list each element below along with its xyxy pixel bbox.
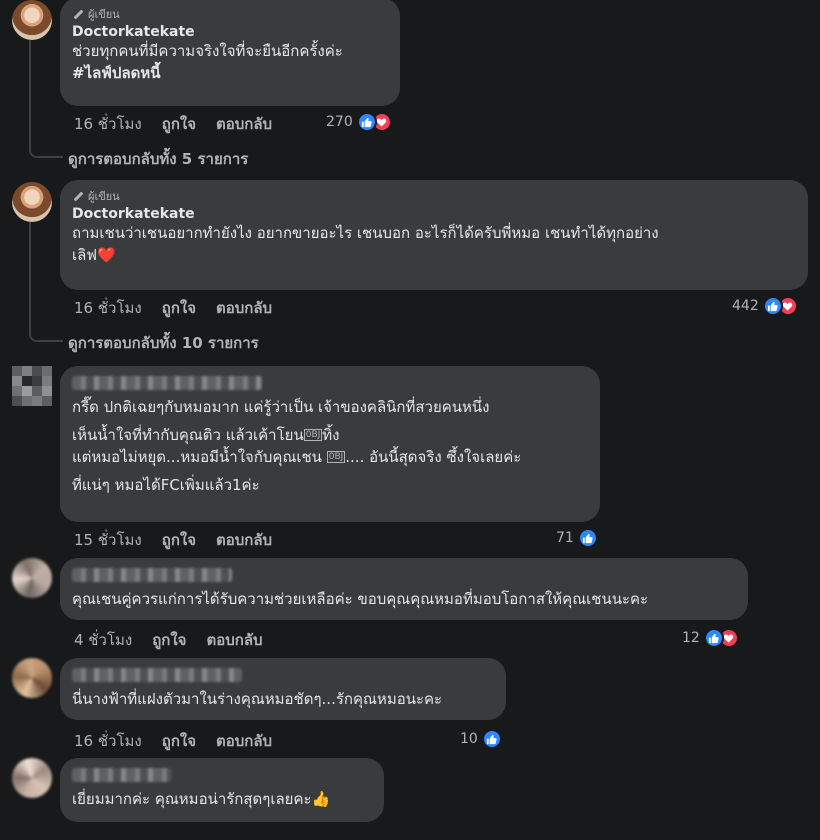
- user-avatar[interactable]: [12, 758, 52, 798]
- blurred-username[interactable]: [72, 668, 242, 682]
- reaction-count: 10: [460, 731, 478, 747]
- like-reaction-icon: [577, 528, 598, 548]
- reply-button[interactable]: ตอบกลับ: [216, 528, 272, 552]
- comment-text-line: เยี่ยมมากค่ะ คุณหมอน่ารักสุดๆเลยคะ👍: [72, 788, 372, 810]
- comment-text-line: เห็นน้ำใจที่ทำกับคุณติว แล้วเค้าโยน 0BJ ทิ…: [72, 424, 588, 446]
- thread-hook: [29, 138, 63, 158]
- comment-author[interactable]: Doctorkatekate: [72, 206, 796, 222]
- author-avatar[interactable]: [12, 0, 52, 40]
- comment-text: แต่หมอไม่หยุด...หมอมีน้ำใจกับคุณเชน: [72, 448, 322, 466]
- view-replies-link[interactable]: ดูการตอบกลับทั้ง 5 รายการ: [68, 147, 248, 171]
- like-button[interactable]: ถูกใจ: [152, 628, 186, 652]
- comment-author[interactable]: Doctorkatekate: [72, 24, 388, 40]
- author-badge-label: ผู้เขียน: [88, 8, 120, 21]
- like-reaction-icon: [703, 628, 724, 648]
- pencil-icon: [72, 8, 84, 20]
- author-badge: ผู้เขียน: [72, 6, 388, 22]
- like-button[interactable]: ถูกใจ: [162, 112, 196, 136]
- author-badge-label: ผู้เขียน: [88, 190, 120, 203]
- blurred-username[interactable]: [72, 376, 262, 390]
- comment-bubble: เยี่ยมมากค่ะ คุณหมอน่ารักสุดๆเลยคะ👍: [60, 758, 384, 822]
- reaction-count: 270: [326, 114, 353, 130]
- comment-text: ที่แน่ๆ หมอได้FCเพิ่มแล้ว1ค่ะ: [72, 476, 260, 494]
- blurred-username[interactable]: [72, 768, 172, 782]
- reaction-summary[interactable]: 12: [682, 628, 739, 648]
- view-replies-link[interactable]: ดูการตอบกลับทั้ง 10 รายการ: [68, 331, 259, 355]
- like-button[interactable]: ถูกใจ: [162, 296, 196, 320]
- comment-actions: 16 ชั่วโมง ถูกใจ ตอบกลับ: [74, 296, 292, 320]
- author-avatar[interactable]: [12, 182, 52, 222]
- like-reaction-icon: [356, 112, 377, 132]
- reaction-summary[interactable]: 270: [326, 112, 392, 132]
- user-avatar[interactable]: [12, 658, 52, 698]
- reply-button[interactable]: ตอบกลับ: [216, 729, 272, 753]
- comment-time[interactable]: 16 ชั่วโมง: [74, 729, 142, 753]
- comment-actions: 16 ชั่วโมง ถูกใจ ตอบกลับ: [74, 112, 292, 136]
- like-reaction-icon: [481, 729, 502, 749]
- thumbs-up-emoji: 👍: [311, 790, 331, 808]
- comment-bubble: ผู้เขียน Doctorkatekate ช่วยทุกคนที่มีคว…: [60, 0, 400, 106]
- reaction-summary[interactable]: 71: [556, 528, 598, 548]
- comment-hashtag[interactable]: #ไลฟ์ปลดหนี้: [72, 62, 388, 84]
- inline-glyph: 0BJ: [326, 451, 346, 463]
- comment-text: .... อันนี้สุดจริง ซึ้งใจเลยค่ะ: [345, 448, 522, 466]
- comment-text: นี่นางฟ้าที่แฝงตัวมาในร่างคุณหมอชัดๆ...ร…: [72, 690, 443, 708]
- comment-text-line: แต่หมอไม่หยุด...หมอมีน้ำใจกับคุณเชน 0BJ.…: [72, 446, 588, 468]
- heart-emoji: ❤️: [96, 246, 116, 264]
- comment-bubble: นี่นางฟ้าที่แฝงตัวมาในร่างคุณหมอชัดๆ...ร…: [60, 658, 506, 720]
- comment-time[interactable]: 4 ชั่วโมง: [74, 628, 132, 652]
- reaction-summary[interactable]: 10: [460, 729, 502, 749]
- reaction-summary[interactable]: 442: [732, 296, 798, 316]
- comment-text: เห็นน้ำใจที่ทำกับคุณติว แล้วเค้าโยน: [72, 426, 304, 444]
- reaction-count: 12: [682, 630, 700, 646]
- like-button[interactable]: ถูกใจ: [162, 528, 196, 552]
- user-avatar[interactable]: [12, 558, 52, 598]
- comment-text: ทิ้ง: [322, 426, 340, 444]
- comment-actions: 4 ชั่วโมง ถูกใจ ตอบกลับ: [74, 628, 283, 652]
- comment-text: เยี่ยมมากค่ะ คุณหมอน่ารักสุดๆเลยคะ: [72, 790, 312, 808]
- pencil-icon: [72, 190, 84, 202]
- comment-bubble: กรี๊ด ปกติเฉยๆกับหมอมาก แค่รู้ว่าเป็น เจ…: [60, 366, 600, 522]
- comment-actions: 16 ชั่วโมง ถูกใจ ตอบกลับ: [74, 729, 292, 753]
- reply-button[interactable]: ตอบกลับ: [216, 112, 272, 136]
- inline-glyph: 0BJ: [303, 429, 323, 441]
- comment-text: เลิฟ: [72, 246, 97, 264]
- comment-bubble: ผู้เขียน Doctorkatekate ถามเชนว่าเชนอยาก…: [60, 180, 808, 290]
- reaction-count: 71: [556, 530, 574, 546]
- author-badge: ผู้เขียน: [72, 188, 796, 204]
- thread-hook: [29, 320, 63, 342]
- comment-text: ช่วยทุกคนที่มีความจริงใจที่จะยืนอีกครั้ง…: [72, 42, 343, 60]
- comment-actions: 15 ชั่วโมง ถูกใจ ตอบกลับ: [74, 528, 292, 552]
- comment-text: กรี๊ด ปกติเฉยๆกับหมอมาก แค่รู้ว่าเป็น เจ…: [72, 398, 490, 416]
- comment-time[interactable]: 16 ชั่วโมง: [74, 296, 142, 320]
- reply-button[interactable]: ตอบกลับ: [206, 628, 262, 652]
- comment-text: ถามเชนว่าเชนอยากทำยังไง อยากขายอะไร เชนบ…: [72, 224, 659, 242]
- comment-text-line: เลิฟ❤️: [72, 244, 796, 266]
- like-button[interactable]: ถูกใจ: [162, 729, 196, 753]
- comment-time[interactable]: 16 ชั่วโมง: [74, 112, 142, 136]
- user-avatar[interactable]: [12, 366, 52, 406]
- blurred-username[interactable]: [72, 568, 232, 582]
- comment-text: คุณเชนคู่ควรแก่การได้รับความช่วยเหลือค่ะ…: [72, 590, 649, 608]
- reaction-count: 442: [732, 298, 759, 314]
- like-reaction-icon: [762, 296, 783, 316]
- thread-line: [29, 222, 31, 322]
- reply-button[interactable]: ตอบกลับ: [216, 296, 272, 320]
- comment-bubble: คุณเชนคู่ควรแก่การได้รับความช่วยเหลือค่ะ…: [60, 558, 748, 620]
- thread-line: [29, 40, 31, 140]
- comment-time[interactable]: 15 ชั่วโมง: [74, 528, 142, 552]
